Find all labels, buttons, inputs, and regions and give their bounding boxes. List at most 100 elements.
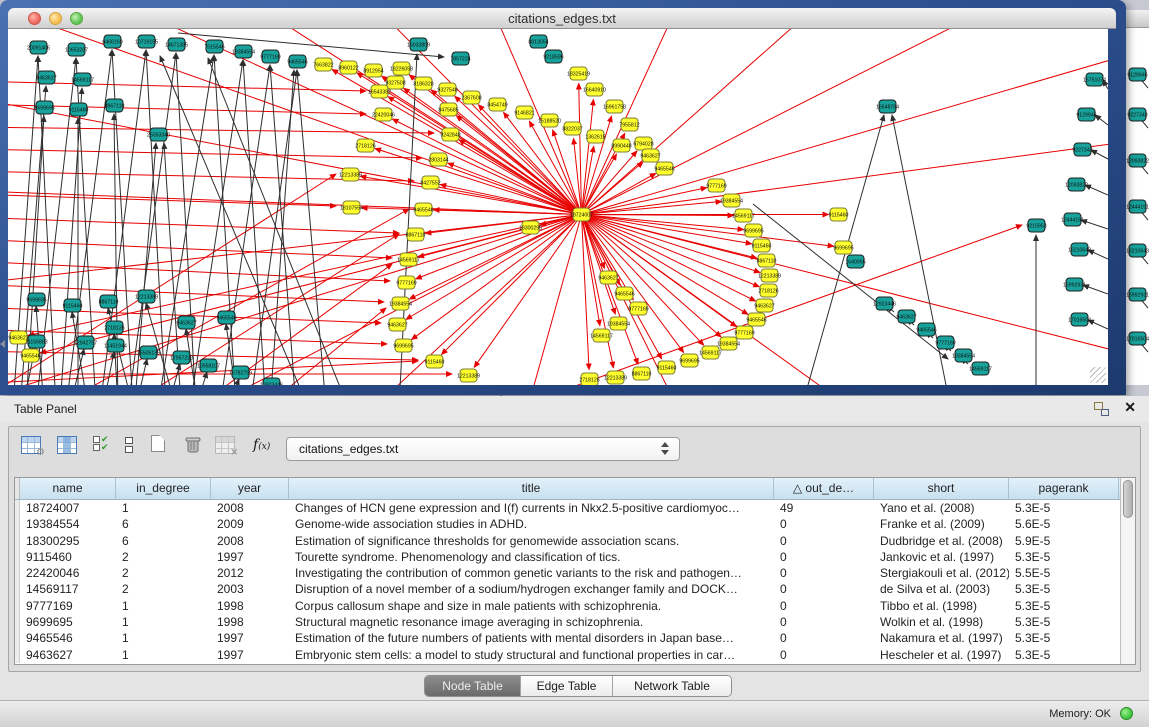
graph-node-label: 18300295 <box>519 226 542 232</box>
table-row[interactable]: 1938455462009Genome-wide association stu… <box>15 516 1119 532</box>
graph-node-label: 9129946 <box>1127 73 1147 79</box>
graph-node-label: 16210643 <box>1068 248 1091 254</box>
graph-node-label: 8990448 <box>611 144 631 150</box>
table-cell: 2 <box>116 581 211 597</box>
graph-node-label: 1362615 <box>585 135 605 141</box>
graph-node-label: 19384554 <box>389 302 412 308</box>
table-cell: 0 <box>774 581 874 597</box>
split-rows-icon[interactable] <box>125 437 133 455</box>
column-header-short[interactable]: short <box>874 478 1009 499</box>
table-selector-value: citations_edges.txt <box>299 442 398 456</box>
table-row[interactable]: 2242004622012Investigating the contribut… <box>15 565 1119 581</box>
column-header-out_de[interactable]: △ out_de… <box>774 478 874 499</box>
table-row[interactable]: 969969511998Structural magnetic resonanc… <box>15 614 1119 630</box>
function-builder-icon[interactable]: f(x) <box>253 437 270 453</box>
column-header-pagerank[interactable]: pagerank <box>1009 478 1119 499</box>
table-row[interactable]: 1872400712008Changes of HCN gene express… <box>15 500 1119 516</box>
graph-node-label: 9227343 <box>1127 113 1147 119</box>
graph-node-label: 12444191 <box>1126 205 1149 211</box>
float-panel-icon[interactable] <box>1094 402 1109 416</box>
tab-node-table[interactable]: Node Table <box>425 676 521 696</box>
table-cell: Estimation of significance thresholds fo… <box>289 533 774 549</box>
table-cell: 2003 <box>211 581 289 597</box>
node-table: namein_degreeyeartitle△ out_de…shortpage… <box>14 477 1136 665</box>
graph-node-label: 22420046 <box>372 113 395 119</box>
table-cell: Stergiakouli et al. (2012) <box>874 565 1009 581</box>
column-header-in_degree[interactable]: in_degree <box>116 478 211 499</box>
graph-node-label: 12213389 <box>339 173 362 179</box>
column-header-title[interactable]: title <box>289 478 774 499</box>
citation-graph[interactable]: 7663822896012289129541822605893275081654… <box>8 29 1108 385</box>
table-row[interactable]: 1456911722003Disruption of a novel membe… <box>15 581 1119 597</box>
graph-node-label: 8867110 <box>105 104 125 110</box>
network-window-titlebar[interactable]: citations_edges.txt <box>8 8 1116 29</box>
graph-node-label: 8822037 <box>562 127 582 133</box>
tab-network-table[interactable]: Network Table <box>613 676 731 696</box>
background-network-window[interactable]: 9129946922734312093822124441911621064315… <box>1126 10 1149 385</box>
graph-node-label: 12444191 <box>1061 218 1084 224</box>
tab-edge-table[interactable]: Edge Table <box>521 676 613 696</box>
graph-node-label: 8475685 <box>438 108 458 114</box>
table-row[interactable]: 977716911998Corpus callosum shape and si… <box>15 598 1119 614</box>
graph-node-label: 9146821 <box>514 111 534 117</box>
table-cell: 1 <box>116 614 211 630</box>
table-cell: 6 <box>116 516 211 532</box>
column-header-year[interactable]: year <box>211 478 289 499</box>
graph-node-label: 14569117 <box>397 258 420 264</box>
delete-table-trash-icon[interactable] <box>183 434 203 459</box>
select-rows-checks-icon[interactable]: ✔ ✔ <box>93 435 109 451</box>
table-cell: Structural magnetic resonance image aver… <box>289 614 774 630</box>
table-cell: 0 <box>774 533 874 549</box>
network-canvas[interactable]: 7663822896012289129541822605893275081654… <box>8 29 1108 385</box>
table-cell: 9463627 <box>20 647 116 663</box>
graph-node-label: 9115460 <box>69 108 89 114</box>
graph-node-label: 16543382 <box>368 90 391 96</box>
scrollbar-thumb[interactable] <box>1123 480 1133 518</box>
graph-node-label: 8867110 <box>406 233 426 239</box>
graph-node-label: 2803144 <box>428 158 448 164</box>
graph-node-label: 8427552 <box>420 181 440 187</box>
table-cell: Corpus callosum shape and size in male p… <box>289 598 774 614</box>
graph-node-label: 7515546 <box>204 45 224 51</box>
graph-node-label: 9465546 <box>916 328 936 334</box>
vertical-scrollbar[interactable] <box>1120 478 1135 664</box>
window-resize-grip[interactable] <box>1090 367 1106 383</box>
graph-node-label: 18724007 <box>570 213 593 219</box>
graph-node-label: 9129946 <box>1076 113 1096 119</box>
close-panel-icon[interactable]: ✕ <box>1124 399 1136 416</box>
table-settings-icon[interactable]: ⚙ <box>21 436 41 454</box>
graph-node-label: 18107554 <box>340 206 363 212</box>
new-table-icon[interactable] <box>151 435 165 452</box>
graph-node-label: 2718126 <box>758 289 778 295</box>
graph-node-label: 9218596 <box>543 55 563 61</box>
graph-node-label: 7857224 <box>450 57 470 63</box>
table-cell: 49 <box>774 500 874 516</box>
table-cell: Investigating the contribution of common… <box>289 565 774 581</box>
graph-node-label: 6794028 <box>633 142 653 148</box>
network-window: citations_edges.txt 76638228960122891295… <box>0 0 1126 395</box>
table-cell: 0 <box>774 630 874 646</box>
table-selector-dropdown[interactable]: citations_edges.txt <box>286 437 680 461</box>
graph-node-label: 6466160 <box>102 40 122 46</box>
column-header-name[interactable]: name <box>20 478 116 499</box>
graph-node-label: 25053340 <box>147 133 170 139</box>
table-row[interactable]: 1830029562008Estimation of significance … <box>15 533 1119 549</box>
table-cell: 9699695 <box>20 614 116 630</box>
graph-node-label: 15505135 <box>137 351 160 357</box>
graph-node-label: 2718126 <box>104 326 124 332</box>
table-cell: 5.3E-5 <box>1009 614 1119 630</box>
graph-node-label: 8912954 <box>363 69 383 75</box>
table-row[interactable]: 911546021997Tourette syndrome. Phenomeno… <box>15 549 1119 565</box>
graph-node-label: 9242848 <box>440 133 460 139</box>
table-cell: 0 <box>774 549 874 565</box>
select-columns-icon[interactable] <box>57 436 77 454</box>
table-row[interactable]: 946554611997Estimation of the future num… <box>15 630 1119 646</box>
graph-node-label: 20091406 <box>27 46 50 52</box>
table-body[interactable]: 1872400712008Changes of HCN gene express… <box>15 500 1119 663</box>
table-cell: 0 <box>774 647 874 663</box>
graph-node-label: 9215953 <box>1026 224 1046 230</box>
graph-node-label: 9465546 <box>20 354 40 360</box>
collapse-left-panel-arrow-icon[interactable] <box>0 340 5 348</box>
graph-node-label: 9777169 <box>628 307 648 313</box>
table-row[interactable]: 946362711997Embryonic stem cells: a mode… <box>15 647 1119 663</box>
